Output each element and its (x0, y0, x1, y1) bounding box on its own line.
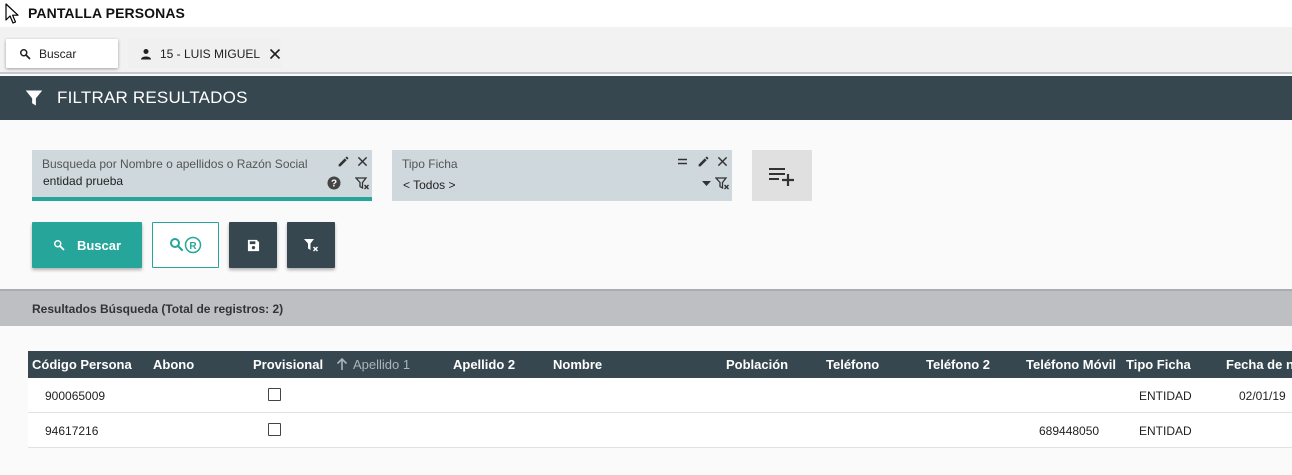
close-tab-icon[interactable] (269, 48, 281, 60)
equals-icon[interactable] (677, 157, 688, 166)
clear-filters-button[interactable] (287, 222, 335, 268)
col-codigo-persona[interactable]: Código Persona (32, 357, 132, 372)
provisional-checkbox[interactable] (268, 388, 281, 401)
col-abono[interactable]: Abono (153, 357, 194, 372)
search-icon (53, 240, 65, 251)
grid-header: Código Persona Abono Provisional Apellid… (28, 351, 1292, 378)
playlist-add-icon (769, 167, 794, 186)
col-apellido-2[interactable]: Apellido 2 (453, 357, 515, 372)
col-poblacion[interactable]: Población (726, 357, 788, 372)
filter-header-title: FILTRAR RESULTADOS (57, 88, 248, 107)
sort-ascending-icon (336, 357, 348, 370)
svg-text:?: ? (331, 179, 337, 190)
search-button[interactable]: Buscar (32, 222, 142, 268)
tipo-ficha-field[interactable]: Tipo Ficha < Todos > (392, 150, 732, 201)
title-bar: PANTALLA PERSONAS (0, 0, 1292, 27)
cell-movil: 689448050 (1039, 424, 1100, 438)
tab-buscar-label: Buscar (39, 46, 77, 61)
table-row[interactable]: 94617216 689448050 ENTIDAD (28, 413, 1292, 448)
col-fecha-nacimiento[interactable]: Fecha de na (1226, 357, 1292, 372)
results-grid: Código Persona Abono Provisional Apellid… (28, 351, 1292, 448)
col-telefono-movil[interactable]: Teléfono Móvil (1026, 357, 1116, 372)
col-telefono-2[interactable]: Teléfono 2 (926, 357, 990, 372)
tipo-ficha-value[interactable]: < Todos > (403, 178, 456, 192)
provisional-checkbox[interactable] (268, 423, 281, 436)
edit-icon[interactable] (697, 155, 710, 168)
cell-fecha: 02/01/19 (1239, 389, 1286, 403)
col-nombre[interactable]: Nombre (553, 357, 602, 372)
edit-icon[interactable] (337, 155, 350, 168)
filter-header: FILTRAR RESULTADOS (0, 76, 1292, 120)
advanced-search-button[interactable]: R (152, 222, 219, 268)
tab-person-label: 15 - LUIS MIGUEL (160, 46, 261, 61)
search-icon (20, 48, 31, 59)
filter-clear-icon (304, 238, 319, 252)
col-telefono[interactable]: Teléfono (826, 357, 879, 372)
cell-codigo: 900065009 (45, 389, 106, 403)
tab-strip: Buscar 15 - LUIS MIGUEL (0, 27, 1292, 74)
filter-icon (25, 90, 43, 106)
search-button-label: Buscar (76, 237, 122, 253)
results-title: Resultados Búsqueda (Total de registros:… (32, 302, 284, 316)
save-icon (247, 239, 259, 251)
cell-tipo: ENTIDAD (1139, 389, 1192, 403)
search-registered-icon: R (169, 236, 201, 254)
filter-clear-icon[interactable] (355, 177, 370, 191)
save-button[interactable] (229, 222, 277, 268)
tab-buscar[interactable]: Buscar (6, 39, 118, 68)
close-icon[interactable] (717, 156, 728, 167)
col-tipo-ficha[interactable]: Tipo Ficha (1126, 357, 1191, 372)
cell-tipo: ENTIDAD (1139, 424, 1192, 438)
table-row[interactable]: 900065009 ENTIDAD 02/01/19 (28, 378, 1292, 413)
help-icon[interactable]: ? (327, 176, 341, 190)
person-icon (141, 48, 151, 59)
add-filter-button[interactable] (752, 150, 812, 201)
col-provisional[interactable]: Provisional (253, 357, 323, 372)
tab-person-15[interactable]: 15 - LUIS MIGUEL (128, 39, 282, 68)
pantalla-personas: PANTALLA PERSONAS Buscar 15 - LUIS MIGUE… (0, 0, 1292, 475)
page-title: PANTALLA PERSONAS (28, 5, 185, 21)
dropdown-icon[interactable] (702, 181, 711, 187)
tipo-ficha-label: Tipo Ficha (402, 157, 458, 171)
results-bar: Resultados Búsqueda (Total de registros:… (0, 289, 1292, 326)
mouse-cursor-icon (5, 3, 19, 24)
name-search-field[interactable]: Busqueda por Nombre o apellidos o Razón … (32, 150, 372, 201)
filter-clear-icon[interactable] (715, 177, 730, 191)
close-icon[interactable] (357, 156, 368, 167)
svg-text:R: R (189, 241, 197, 252)
col-apellido-1[interactable]: Apellido 1 (353, 357, 410, 372)
name-search-value[interactable]: entidad prueba (43, 174, 123, 188)
cell-codigo: 94617216 (45, 424, 99, 438)
name-search-label: Busqueda por Nombre o apellidos o Razón … (42, 157, 308, 171)
